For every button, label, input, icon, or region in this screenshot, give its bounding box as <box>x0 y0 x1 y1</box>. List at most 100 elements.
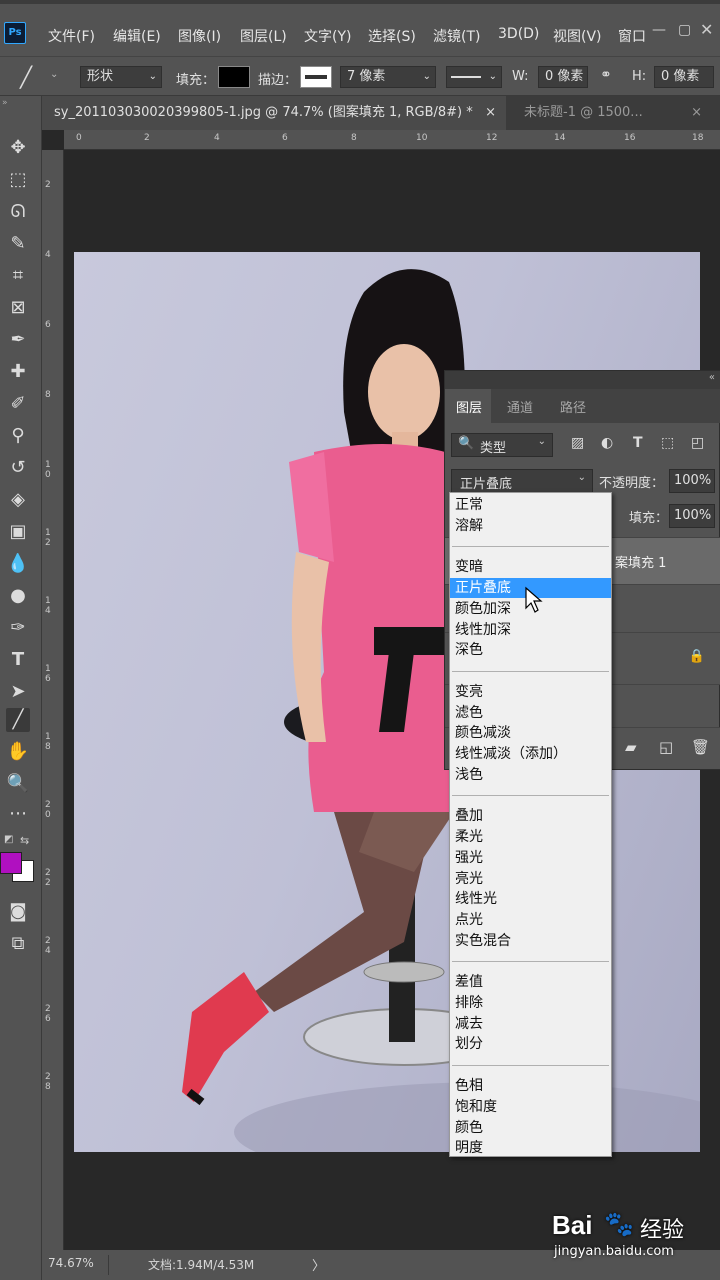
blend-option[interactable]: 叠加 <box>450 806 611 826</box>
blend-option[interactable]: 明度 <box>450 1138 611 1158</box>
blend-option[interactable]: 正常 <box>450 495 611 515</box>
type-tool-icon[interactable]: T <box>6 648 30 672</box>
hand-tool-icon[interactable]: ✋ <box>6 740 30 764</box>
fill-swatch[interactable] <box>218 66 250 88</box>
blend-option[interactable]: 深色 <box>450 640 611 660</box>
quick-mask-icon[interactable]: ◙ <box>6 900 30 924</box>
blend-option[interactable]: 线性减淡（添加） <box>450 744 611 764</box>
fill-input[interactable]: 100% <box>669 504 715 528</box>
menu-image[interactable]: 图像(I) <box>178 26 221 46</box>
blur-tool-icon[interactable]: 💧 <box>6 552 30 576</box>
blend-option[interactable]: 浅色 <box>450 765 611 785</box>
eyedropper-tool-icon[interactable]: ✒ <box>6 328 30 352</box>
chevron-down-icon[interactable]: ⌄ <box>50 69 58 80</box>
lock-icon[interactable]: 🔒 <box>689 649 705 664</box>
tab-close-icon[interactable]: × <box>691 96 702 130</box>
restore-icon[interactable]: ▢ <box>678 22 691 38</box>
screen-mode-icon[interactable]: ⧉ <box>6 932 30 956</box>
dodge-tool-icon[interactable]: ● <box>6 584 30 608</box>
close-window-icon[interactable]: ✕ <box>700 20 713 39</box>
path-select-icon[interactable]: ➤ <box>6 680 30 704</box>
menu-3d[interactable]: 3D(D) <box>498 26 539 42</box>
tab-layers[interactable]: 图层 <box>456 397 482 416</box>
marquee-tool-icon[interactable]: ⬚ <box>6 168 30 192</box>
blend-option[interactable]: 线性加深 <box>450 620 611 640</box>
opacity-input[interactable]: 100% <box>669 469 715 493</box>
blend-option[interactable]: 溶解 <box>450 516 611 536</box>
new-group-icon[interactable]: ▰ <box>625 738 637 756</box>
blend-option[interactable]: 变亮 <box>450 682 611 702</box>
tab-channels[interactable]: 通道 <box>507 397 533 416</box>
blend-option[interactable]: 差值 <box>450 972 611 992</box>
blend-option[interactable]: 颜色 <box>450 1118 611 1138</box>
blend-option[interactable]: 色相 <box>450 1076 611 1096</box>
menu-edit[interactable]: 编辑(E) <box>113 26 161 46</box>
blend-option[interactable]: 滤色 <box>450 703 611 723</box>
new-layer-icon[interactable]: ◱ <box>659 738 673 756</box>
line-tool-icon[interactable]: ╱ <box>6 708 30 732</box>
crop-tool-icon[interactable]: ⌗ <box>6 264 30 288</box>
menu-filter[interactable]: 滤镜(T) <box>433 26 480 46</box>
menu-select[interactable]: 选择(S) <box>368 26 416 46</box>
history-brush-icon[interactable]: ↺ <box>6 456 30 480</box>
blend-option[interactable]: 颜色减淡 <box>450 723 611 743</box>
clone-stamp-icon[interactable]: ⚲ <box>6 424 30 448</box>
more-tools-icon[interactable]: ⋯ <box>6 802 30 826</box>
blend-option[interactable]: 线性光 <box>450 889 611 909</box>
zoom-level[interactable]: 74.67% <box>48 1256 94 1270</box>
tab-document-2[interactable]: 未标题-1 @ 1500... × <box>512 96 712 130</box>
collapse-icon[interactable]: » <box>2 98 8 108</box>
menu-view[interactable]: 视图(V) <box>553 26 602 46</box>
blend-mode-select[interactable]: 正片叠底 ⌄ <box>451 469 593 493</box>
blend-option[interactable]: 强光 <box>450 848 611 868</box>
stroke-width-input[interactable]: 7 像素 ⌄ <box>340 66 436 88</box>
lasso-tool-icon[interactable]: ᘏ <box>6 200 30 224</box>
blend-option[interactable]: 实色混合 <box>450 931 611 951</box>
blend-option[interactable]: 减去 <box>450 1014 611 1034</box>
status-menu-arrow[interactable]: 〉 <box>312 1255 325 1274</box>
tab-document-1[interactable]: sy_20110303002039​9805-1.jpg @ 74.7% (图案… <box>42 96 506 130</box>
tab-close-icon[interactable]: × <box>485 96 496 130</box>
blend-option[interactable]: 柔光 <box>450 827 611 847</box>
default-colors-icon[interactable]: ◩ <box>4 834 13 845</box>
type-filter-icon[interactable]: T <box>633 435 643 451</box>
tab-paths[interactable]: 路径 <box>560 397 586 416</box>
pen-tool-icon[interactable]: ✑ <box>6 616 30 640</box>
blend-option[interactable]: 变暗 <box>450 557 611 577</box>
stroke-swatch[interactable] <box>300 66 332 88</box>
menu-window[interactable]: 窗口 <box>618 26 646 46</box>
gradient-tool-icon[interactable]: ▣ <box>6 520 30 544</box>
menu-file[interactable]: 文件(F) <box>48 26 95 46</box>
blend-option[interactable]: 划分 <box>450 1034 611 1054</box>
height-input[interactable]: 0 像素 <box>654 66 714 88</box>
zoom-tool-icon[interactable]: 🔍 <box>6 772 30 796</box>
move-tool-icon[interactable]: ✥ <box>6 136 30 160</box>
width-input[interactable]: 0 像素 <box>538 66 588 88</box>
blend-option[interactable]: 点光 <box>450 910 611 930</box>
shape-filter-icon[interactable]: ⬚ <box>661 435 674 451</box>
smart-object-filter-icon[interactable]: ◰ <box>691 435 704 451</box>
foreground-color-swatch[interactable] <box>0 852 22 874</box>
mode-select[interactable]: 形状 ⌄ <box>80 66 162 88</box>
blend-option[interactable]: 亮光 <box>450 869 611 889</box>
blend-option[interactable]: 饱和度 <box>450 1097 611 1117</box>
delete-layer-icon[interactable]: 🗑 <box>691 738 710 756</box>
photoshop-logo: Ps <box>4 22 26 44</box>
stroke-type-select[interactable]: ⌄ <box>446 66 502 88</box>
collapse-panel-icon[interactable]: « <box>709 372 715 383</box>
quick-select-tool-icon[interactable]: ✎ <box>6 232 30 256</box>
adjustment-filter-icon[interactable]: ◐ <box>601 435 613 451</box>
menu-type[interactable]: 文字(Y) <box>304 26 351 46</box>
eraser-tool-icon[interactable]: ◈ <box>6 488 30 512</box>
brush-tool-icon[interactable]: ✐ <box>6 392 30 416</box>
healing-brush-icon[interactable]: ✚ <box>6 360 30 384</box>
tab-label: 未标题-1 @ 1500... <box>524 105 643 120</box>
blend-option[interactable]: 排除 <box>450 993 611 1013</box>
layer-filter-select[interactable]: 🔍 类型 ⌄ <box>451 433 553 457</box>
swap-colors-icon[interactable]: ⇆ <box>20 834 29 847</box>
image-filter-icon[interactable]: ▨ <box>571 435 584 451</box>
menu-layer[interactable]: 图层(L) <box>240 26 287 46</box>
link-icon[interactable]: ⚭ <box>600 67 612 83</box>
frame-tool-icon[interactable]: ⊠ <box>6 296 30 320</box>
minimize-icon[interactable]: — <box>652 22 666 38</box>
